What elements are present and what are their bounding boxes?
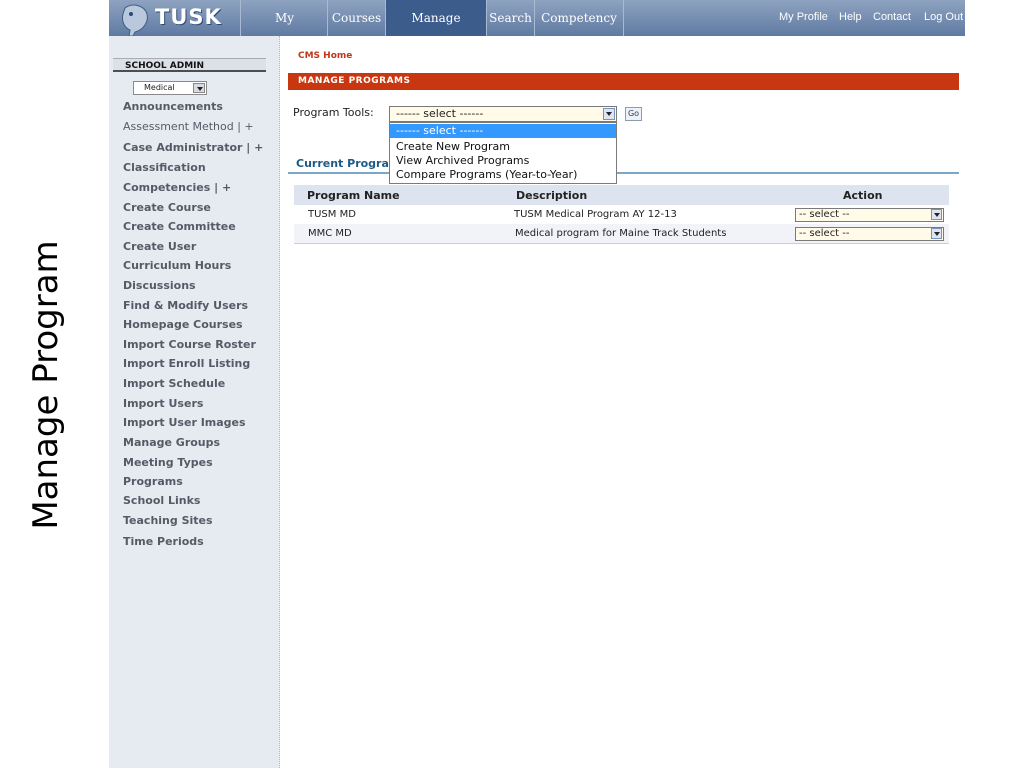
column-header-description: Description — [516, 189, 588, 202]
chevron-down-icon[interactable] — [931, 209, 942, 220]
action-select-value: -- select -- — [799, 209, 850, 220]
sidebar-item-classification[interactable]: Classification — [123, 160, 206, 176]
go-button[interactable]: Go — [625, 107, 642, 121]
program-tools-select-value: ------ select ------ — [396, 107, 484, 120]
help-link[interactable]: Help — [839, 0, 862, 36]
my-profile-link[interactable]: My Profile — [779, 0, 828, 36]
sidebar-item-teaching-sites[interactable]: Teaching Sites — [123, 513, 213, 529]
dropdown-option-create-new-program[interactable]: Create New Program — [390, 140, 616, 154]
sidebar-item-create-course[interactable]: Create Course — [123, 200, 211, 216]
sidebar-item-meeting-types[interactable]: Meeting Types — [123, 455, 213, 471]
sidebar-item-programs[interactable]: Programs — [123, 474, 183, 490]
table-row: MMC MD Medical program for Maine Track S… — [294, 224, 949, 244]
sidebar-item-import-user-images[interactable]: Import User Images — [123, 415, 246, 431]
sidebar-item-announcements[interactable]: Announcements — [123, 99, 223, 115]
sidebar-item-find-modify-users[interactable]: Find & Modify Users — [123, 298, 248, 314]
program-tools-dropdown-list: ------ select ------ Create New Program … — [389, 122, 617, 184]
sidebar-item-school-links[interactable]: School Links — [123, 493, 200, 509]
dropdown-option-compare-programs[interactable]: Compare Programs (Year-to-Year) — [390, 168, 616, 182]
tab-manage-content[interactable]: Manage Content — [385, 0, 486, 61]
dropdown-option-select[interactable]: ------ select ------ — [390, 124, 616, 138]
sidebar-item-create-committee[interactable]: Create Committee — [123, 219, 236, 235]
program-tools-label: Program Tools: — [293, 106, 374, 119]
slide-caption: Manage Program — [18, 226, 74, 544]
sidebar-item-manage-groups[interactable]: Manage Groups — [123, 435, 220, 451]
sidebar-item-import-enroll-listing[interactable]: Import Enroll Listing — [123, 356, 250, 372]
sidebar-item-import-users[interactable]: Import Users — [123, 396, 203, 412]
section-title-bar: MANAGE PROGRAMS — [288, 73, 959, 90]
sidebar-item-discussions[interactable]: Discussions — [123, 278, 196, 294]
sidebar-item-homepage-courses[interactable]: Homepage Courses — [123, 317, 243, 333]
current-programs-title: Current Progra — [296, 157, 389, 170]
elephant-mascot-icon — [122, 4, 148, 36]
table-row: TUSM MD TUSM Medical Program AY 12-13 --… — [294, 205, 949, 225]
log-out-link[interactable]: Log Out — [924, 0, 963, 36]
chevron-down-icon[interactable] — [193, 83, 205, 93]
column-header-action: Action — [843, 189, 883, 202]
sidebar-header: SCHOOL ADMIN — [113, 58, 266, 72]
tab-competency[interactable]: Competency — [534, 0, 624, 36]
dropdown-option-view-archived-programs[interactable]: View Archived Programs — [390, 154, 616, 168]
action-select[interactable]: -- select -- — [795, 227, 944, 241]
contact-link[interactable]: Contact — [873, 0, 911, 36]
sidebar-item-time-periods[interactable]: Time Periods — [123, 534, 204, 550]
tab-courses[interactable]: Courses — [327, 0, 385, 36]
program-name-cell: TUSM MD — [308, 209, 356, 220]
tab-my-dashboard[interactable]: My Dashboard — [240, 0, 328, 61]
sidebar-item-assessment-method[interactable]: Assessment Method | + — [123, 119, 254, 135]
sidebar-item-import-course-roster[interactable]: Import Course Roster — [123, 337, 256, 353]
action-select-value: -- select -- — [799, 228, 850, 239]
sidebar-item-create-user[interactable]: Create User — [123, 239, 196, 255]
top-navigation-bar: TUSK My Dashboard Courses Manage Content… — [109, 0, 965, 61]
school-admin-sidebar: SCHOOL ADMIN Medical Announcements Asses… — [109, 36, 280, 768]
description-cell: TUSM Medical Program AY 12-13 — [514, 209, 677, 220]
sidebar-item-curriculum-hours[interactable]: Curriculum Hours — [123, 258, 231, 274]
program-name-cell: MMC MD — [308, 228, 352, 239]
chevron-down-icon[interactable] — [603, 108, 615, 120]
school-select[interactable]: Medical — [133, 81, 207, 95]
sidebar-item-case-administrator[interactable]: Case Administrator | + — [123, 140, 263, 156]
sidebar-item-import-schedule[interactable]: Import Schedule — [123, 376, 225, 392]
logo-text: TUSK — [155, 5, 222, 29]
column-header-program-name: Program Name — [307, 189, 400, 202]
breadcrumb-cms-home[interactable]: CMS Home — [298, 51, 352, 61]
action-select[interactable]: -- select -- — [795, 208, 944, 222]
tab-search[interactable]: Search — [486, 0, 534, 36]
slide-caption-text: Manage Program — [26, 240, 66, 530]
chevron-down-icon[interactable] — [931, 228, 942, 239]
school-select-value: Medical — [144, 83, 175, 92]
program-tools-select[interactable]: ------ select ------ — [389, 106, 617, 122]
tusk-logo[interactable]: TUSK — [115, 0, 240, 36]
description-cell: Medical program for Maine Track Students — [515, 228, 727, 239]
sidebar-item-competencies[interactable]: Competencies | + — [123, 180, 231, 196]
